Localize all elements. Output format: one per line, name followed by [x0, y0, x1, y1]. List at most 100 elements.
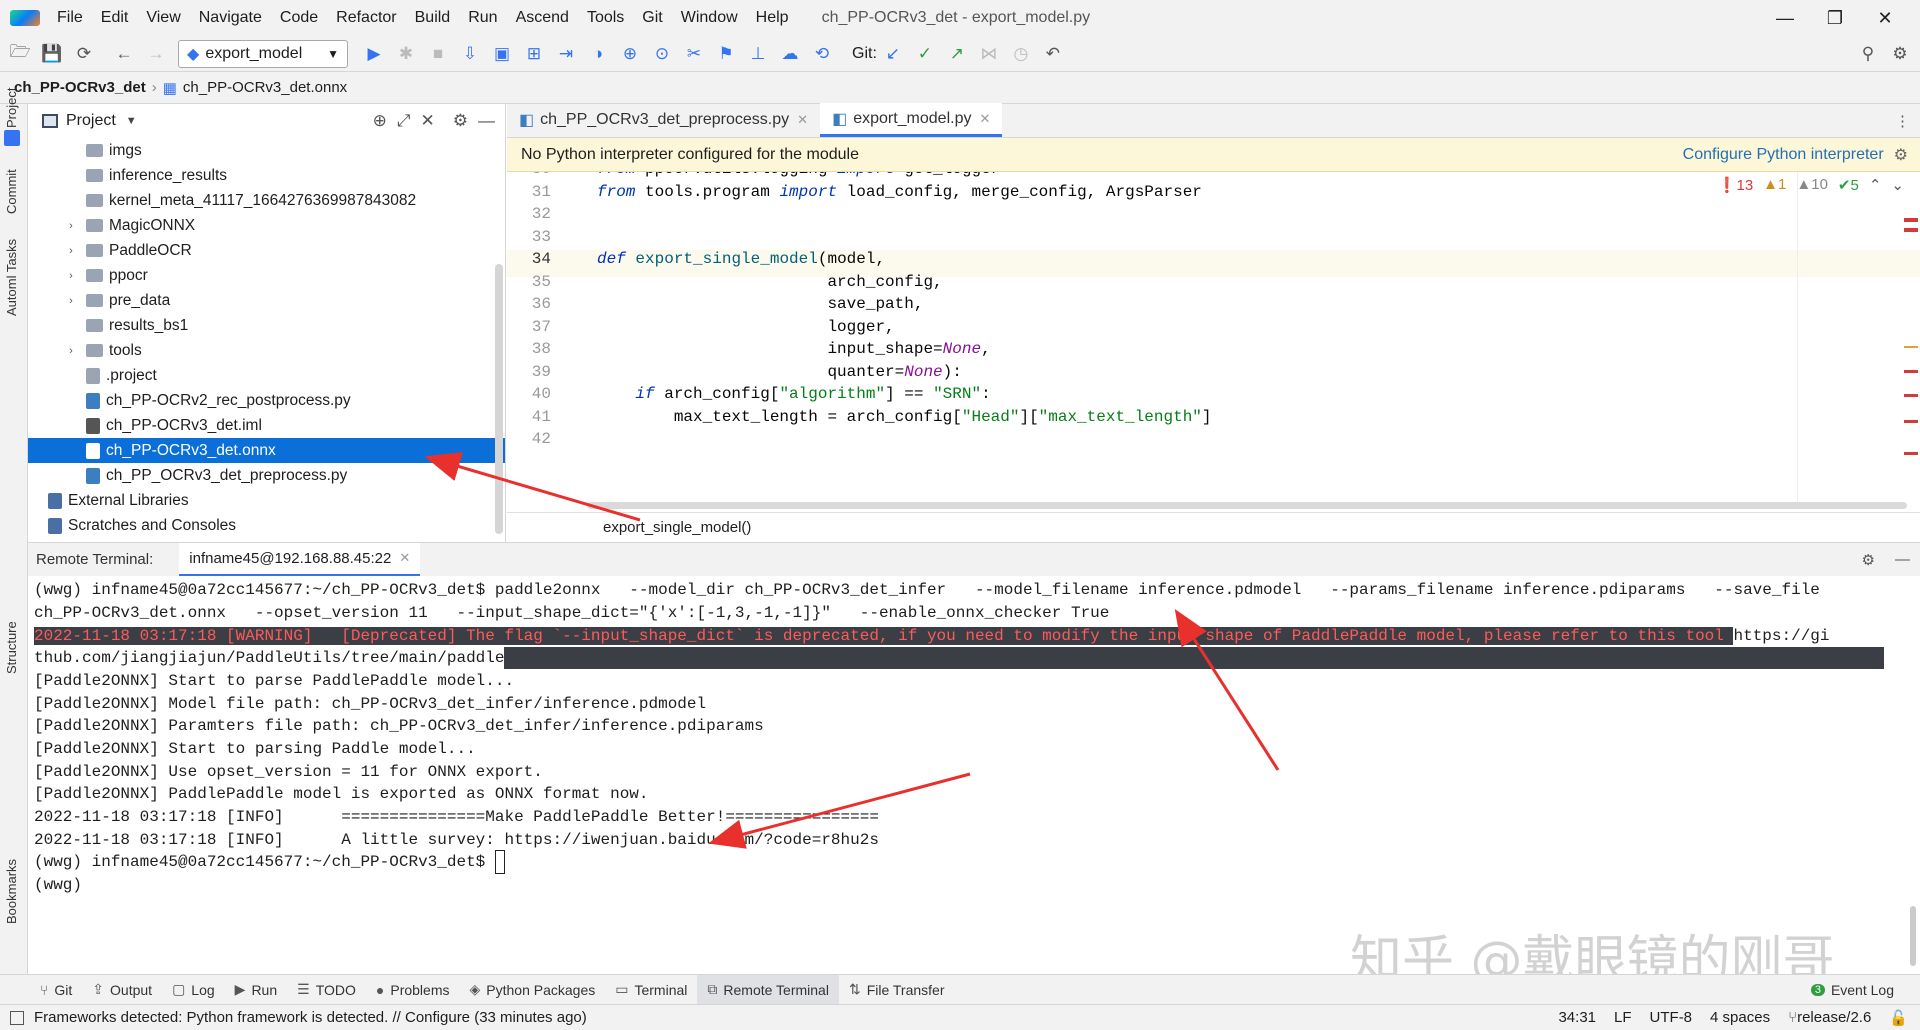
tree-item[interactable]: ch_PP-OCRv3_det.onnx	[28, 438, 505, 463]
indent-setting[interactable]: 4 spaces	[1710, 1009, 1770, 1027]
code-view[interactable]: 30 from ppocr.utils.logging import get_lo…	[507, 172, 1920, 502]
menu-window[interactable]: Window	[672, 0, 747, 36]
line-number[interactable]: 36	[507, 295, 567, 313]
tree-item[interactable]: .project	[28, 363, 505, 388]
hide-icon[interactable]: —	[1895, 551, 1910, 568]
tool-tab-bookmarks[interactable]: Bookmarks	[4, 859, 19, 924]
line-number[interactable]: 34	[507, 250, 567, 268]
menu-help[interactable]: Help	[747, 0, 798, 36]
menu-edit[interactable]: Edit	[92, 0, 138, 36]
tool-window-problems[interactable]: ● Problems	[366, 975, 460, 1005]
error-stripe-marker[interactable]	[1904, 218, 1918, 222]
tool-window-python-packages[interactable]: ◈ Python Packages	[460, 975, 606, 1005]
code-line[interactable]: logger,	[597, 318, 894, 336]
search-model-icon[interactable]: ⊙	[648, 40, 676, 68]
git-compare-icon[interactable]: ⋈	[975, 40, 1003, 68]
editor-hscrollbar[interactable]	[587, 502, 1907, 509]
tool-window-log[interactable]: ▢ Log	[162, 975, 225, 1005]
tree-item[interactable]: › MagicONNX	[28, 213, 505, 238]
tool-tab-structure[interactable]: Structure	[4, 621, 19, 674]
caret-position[interactable]: 34:31	[1558, 1009, 1596, 1027]
settings-icon[interactable]: ⚙	[453, 111, 468, 131]
project-scrollbar[interactable]	[495, 264, 503, 534]
close-tab-icon[interactable]: ✕	[979, 111, 990, 127]
error-stripe-marker[interactable]	[1904, 370, 1918, 373]
breadcrumb-project[interactable]: ch_PP-OCRv3_det	[14, 79, 146, 96]
tree-item[interactable]: inference_results	[28, 163, 505, 188]
forward-icon[interactable]: →	[142, 40, 170, 68]
tune-icon[interactable]: ⊥	[744, 40, 772, 68]
tool-window-file-transfer[interactable]: ⇅ File Transfer	[839, 975, 955, 1005]
gear-icon[interactable]: ⚙	[1894, 145, 1908, 165]
settings-icon[interactable]: ⚙	[1862, 551, 1875, 569]
error-stripe-marker[interactable]	[1904, 452, 1918, 455]
error-stripe-marker[interactable]	[1904, 228, 1918, 232]
minimize-icon[interactable]: —	[1760, 0, 1810, 36]
deploy-icon[interactable]: ⊞	[520, 40, 548, 68]
chevron-right-icon[interactable]: ›	[64, 245, 78, 257]
tool-tab-commit[interactable]: Commit	[4, 169, 19, 214]
visualizer-icon[interactable]: ⊕	[616, 40, 644, 68]
chevron-down-icon[interactable]: ⌄	[1891, 176, 1904, 194]
menu-navigate[interactable]: Navigate	[190, 0, 271, 36]
line-number[interactable]: 39	[507, 363, 567, 381]
tree-item[interactable]: ch_PP_OCRv3_det_preprocess.py	[28, 463, 505, 488]
line-separator[interactable]: LF	[1614, 1009, 1632, 1027]
tree-item[interactable]: results_bs1	[28, 313, 505, 338]
code-breadcrumb[interactable]: export_single_model()	[507, 512, 1920, 542]
collapse-all-icon[interactable]: ✕	[421, 111, 435, 131]
chevron-up-icon[interactable]: ⌃	[1869, 176, 1882, 194]
code-line[interactable]: def export_single_model(model,	[597, 250, 885, 268]
code-line[interactable]: input_shape=None,	[597, 340, 990, 358]
project-tool-icon[interactable]	[4, 130, 20, 146]
terminal-session-tab[interactable]: infname45@192.168.88.45:22 ✕	[179, 542, 421, 577]
chevron-right-icon[interactable]: ›	[64, 345, 78, 357]
close-icon[interactable]: ✕	[1860, 0, 1910, 36]
line-number[interactable]: 37	[507, 318, 567, 336]
tree-item[interactable]: › PaddleOCR	[28, 238, 505, 263]
debug-icon[interactable]: ✱	[392, 40, 420, 68]
run-config-select[interactable]: ◆ export_model ▼	[178, 39, 348, 68]
tool-window-todo[interactable]: ☰ TODO	[287, 975, 366, 1005]
toggle-tool-windows-icon[interactable]	[10, 1010, 24, 1025]
menu-run[interactable]: Run	[459, 0, 506, 36]
back-icon[interactable]: ←	[110, 40, 138, 68]
chevron-down-icon[interactable]: ▼	[126, 115, 137, 127]
tool-window-remote-terminal[interactable]: ⧉ Remote Terminal	[697, 974, 839, 1005]
code-line[interactable]: max_text_length = arch_config["Head"]["m…	[597, 408, 1212, 426]
settings-icon[interactable]: ⚙	[1886, 40, 1914, 68]
run-icon[interactable]: ▶	[360, 40, 388, 68]
breadcrumb-file[interactable]: ch_PP-OCRv3_det.onnx	[183, 79, 347, 96]
upload-icon[interactable]: ⇩	[456, 40, 484, 68]
code-line[interactable]: quanter=None):	[597, 363, 961, 381]
cut-icon[interactable]: ✂	[680, 40, 708, 68]
menu-code[interactable]: Code	[271, 0, 327, 36]
close-tab-icon[interactable]: ✕	[797, 112, 808, 128]
menu-ascend[interactable]: Ascend	[507, 0, 578, 36]
event-log-button[interactable]: 3 Event Log	[1801, 975, 1904, 1005]
tree-item[interactable]: kernel_meta_41117_1664276369987843082	[28, 188, 505, 213]
git-push-icon[interactable]: ↗	[943, 40, 971, 68]
tabs-menu-icon[interactable]: ⋮	[1895, 112, 1910, 130]
terminal-scrollbar[interactable]	[1910, 906, 1916, 966]
model-converter-icon[interactable]: ⇥	[552, 40, 580, 68]
tool-window-git[interactable]: ⑂ Git	[30, 975, 82, 1005]
code-line[interactable]: arch_config,	[597, 273, 942, 291]
git-rollback-icon[interactable]: ↶	[1039, 40, 1067, 68]
code-line[interactable]: from tools.program import load_config, m…	[597, 183, 1202, 201]
menu-build[interactable]: Build	[406, 0, 460, 36]
inspection-widget[interactable]: ❗13 ▲1 ▲10 ✔5 ⌃ ⌄	[1718, 176, 1904, 194]
tree-item[interactable]: imgs	[28, 138, 505, 163]
code-line[interactable]: save_path,	[597, 295, 923, 313]
line-number[interactable]: 30	[507, 172, 567, 178]
warning-stripe-marker[interactable]	[1904, 346, 1918, 348]
lock-icon[interactable]: 🔓	[1889, 1009, 1908, 1027]
git-history-icon[interactable]: ◷	[1007, 40, 1035, 68]
git-branch[interactable]: ⑂release/2.6	[1788, 1009, 1871, 1027]
tree-item[interactable]: › pre_data	[28, 288, 505, 313]
configure-interpreter-link[interactable]: Configure Python interpreter	[1683, 146, 1884, 164]
terminal-output[interactable]: (wwg) infname45@0a72cc145677:~/ch_PP-OCR…	[28, 576, 1920, 974]
search-icon[interactable]: ⚲	[1854, 40, 1882, 68]
chevron-right-icon[interactable]: ›	[64, 295, 78, 307]
git-commit-icon[interactable]: ✓	[911, 40, 939, 68]
